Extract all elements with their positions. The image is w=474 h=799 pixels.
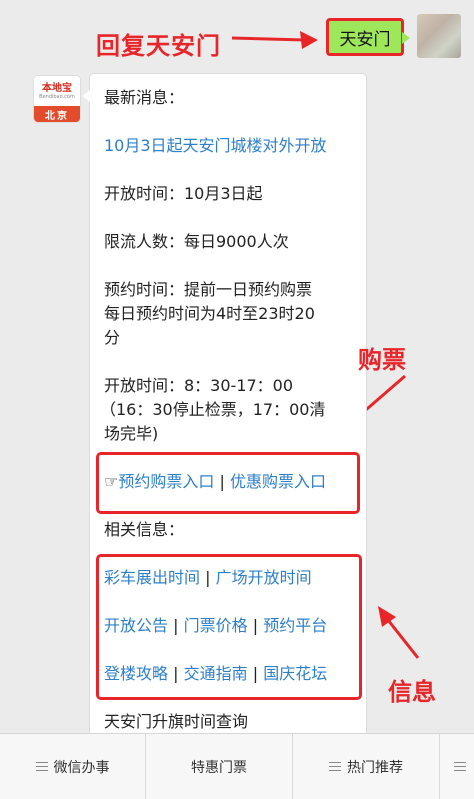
bot-avatar-site: Bendibao.com	[39, 93, 75, 100]
menu-icon	[329, 761, 341, 772]
user-message-text: 天安门	[339, 29, 391, 50]
headline-link[interactable]: 10月3日起天安门城楼对外开放	[104, 134, 327, 158]
menu-item-label: 微信办事	[53, 759, 110, 776]
flag-raising-query-text: 天安门升旗时间查询	[104, 712, 249, 731]
opening-hours-line-3: 场完毕)	[104, 424, 159, 443]
menu-item-label: 特惠门票	[191, 759, 247, 776]
reserve-time-line-2: 每日预约时间为4时至23时20	[104, 304, 315, 323]
reserve-time-line-3: 分	[104, 328, 121, 347]
menu-item-label: 热门推荐	[347, 759, 403, 776]
opening-hours-line-2: （16：30停止检票，17：00清	[100, 400, 326, 419]
menu-item-more[interactable]	[440, 734, 474, 799]
latest-news-label: 最新消息：	[104, 88, 185, 107]
info-links-highlight-box	[96, 554, 362, 700]
menu-item-special-tickets[interactable]: 特惠门票	[146, 734, 293, 799]
bottom-menu-bar: 微信办事 特惠门票 热门推荐	[0, 733, 474, 799]
user-message-bubble: 天安门	[326, 18, 410, 56]
reserve-time-line-1: 预约时间：提前一日预约购票	[104, 280, 313, 299]
menu-item-wechat-services[interactable]: 微信办事	[0, 734, 146, 799]
ticket-links-highlight-box	[96, 452, 360, 514]
bot-avatar[interactable]: 本地宝 Bendibao.com 北京	[34, 76, 80, 122]
reply-annotation-label: 回复天安门	[96, 32, 221, 60]
bot-avatar-city: 北京	[34, 106, 80, 122]
info-annotation-label: 信息	[388, 678, 436, 706]
menu-icon	[454, 761, 466, 772]
related-info-label: 相关信息：	[104, 520, 185, 539]
menu-icon	[35, 761, 48, 772]
bot-avatar-title: 本地宝	[42, 82, 72, 94]
menu-item-hot-recommend[interactable]: 热门推荐	[293, 734, 440, 799]
visitor-limit-text: 限流人数：每日9000人次	[104, 232, 289, 251]
user-avatar[interactable]	[417, 14, 461, 58]
buy-annotation-label: 购票	[358, 346, 406, 374]
opening-hours-line-1: 开放时间：8：30-17：00	[104, 376, 294, 395]
open-date-text: 开放时间：10月3日起	[104, 184, 263, 203]
